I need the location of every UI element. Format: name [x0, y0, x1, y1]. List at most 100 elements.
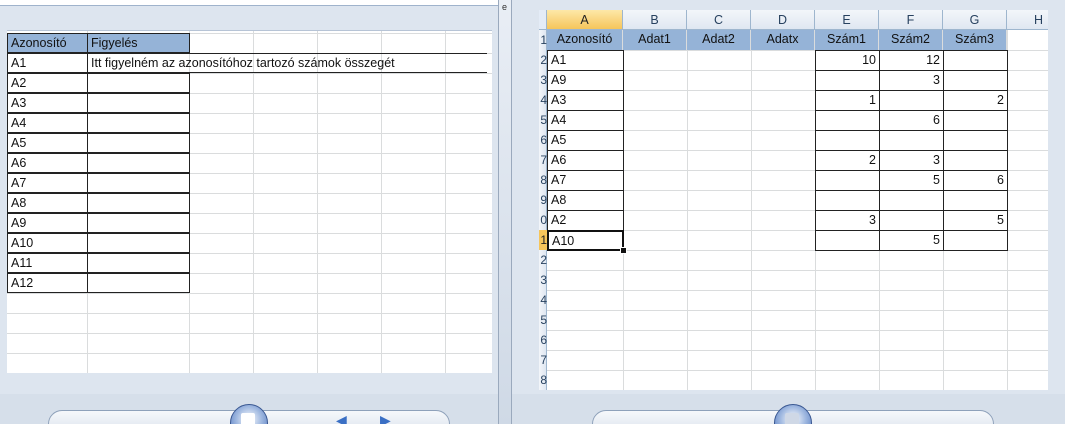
- header-cell[interactable]: Szám3: [943, 30, 1007, 50]
- number-cell[interactable]: [943, 110, 1008, 131]
- watch-cell[interactable]: [87, 193, 190, 213]
- id-cell[interactable]: A7: [7, 173, 88, 193]
- id-cell[interactable]: A7: [547, 170, 624, 191]
- id-cell[interactable]: A10: [547, 230, 624, 251]
- id-cell[interactable]: A12: [7, 273, 88, 293]
- row-header[interactable]: 2: [539, 250, 547, 270]
- row-header[interactable]: 5: [539, 110, 547, 130]
- id-cell[interactable]: A9: [7, 213, 88, 233]
- left-sheet-grid[interactable]: Azonosító Figyelés A1 Itt figyelném az azon…: [7, 30, 492, 373]
- row-header[interactable]: 3: [539, 270, 547, 290]
- row-header[interactable]: 3: [539, 70, 547, 90]
- right-sheet-grid[interactable]: A B C D E F G H 1 2 3 4 5 6 7 8 9 0 1 2 3 4 5 6 7 8 Azonosító Adat1…: [539, 10, 1048, 390]
- left-back-arrow-icon[interactable]: ◀: [336, 412, 347, 424]
- number-cell[interactable]: 3: [879, 150, 944, 171]
- column-header[interactable]: A: [547, 10, 623, 30]
- header-cell[interactable]: Adat1: [623, 30, 687, 50]
- number-cell[interactable]: 5: [879, 170, 944, 191]
- header-cell[interactable]: Szám1: [815, 30, 879, 50]
- header-cell[interactable]: Azonosító: [547, 30, 623, 50]
- column-header[interactable]: E: [815, 10, 879, 30]
- header-cell[interactable]: Figyelés: [87, 33, 190, 53]
- id-cell[interactable]: A3: [547, 90, 624, 111]
- column-header[interactable]: G: [943, 10, 1007, 30]
- id-cell[interactable]: A1: [7, 53, 88, 73]
- row-header[interactable]: 4: [539, 90, 547, 110]
- row-header[interactable]: 6: [539, 130, 547, 150]
- number-cell[interactable]: 1: [815, 90, 880, 111]
- row-header[interactable]: 6: [539, 330, 547, 350]
- row-header[interactable]: 2: [539, 50, 547, 70]
- left-forward-arrow-icon[interactable]: ▶: [380, 412, 391, 424]
- number-cell[interactable]: [943, 70, 1008, 91]
- number-cell[interactable]: [815, 190, 880, 211]
- header-cell[interactable]: Adatx: [751, 30, 815, 50]
- id-cell[interactable]: A6: [7, 153, 88, 173]
- number-cell[interactable]: 5: [943, 210, 1008, 231]
- row-header[interactable]: 9: [539, 190, 547, 210]
- number-cell[interactable]: [815, 130, 880, 151]
- row-header[interactable]: 7: [539, 350, 547, 370]
- header-cell[interactable]: Szám2: [879, 30, 943, 50]
- id-cell[interactable]: A6: [547, 150, 624, 171]
- formula-bar-edge[interactable]: [0, 0, 498, 6]
- number-cell[interactable]: [879, 130, 944, 151]
- number-cell[interactable]: [943, 190, 1008, 211]
- id-cell[interactable]: A8: [547, 190, 624, 211]
- column-header[interactable]: F: [879, 10, 943, 30]
- column-header[interactable]: C: [687, 10, 751, 30]
- header-cell[interactable]: Azonosító: [7, 33, 88, 53]
- watch-cell[interactable]: [87, 93, 190, 113]
- column-header[interactable]: D: [751, 10, 815, 30]
- id-cell[interactable]: A9: [547, 70, 624, 91]
- row-header[interactable]: 4: [539, 290, 547, 310]
- watch-cell[interactable]: [87, 133, 190, 153]
- number-cell[interactable]: [943, 50, 1008, 71]
- id-cell[interactable]: A11: [7, 253, 88, 273]
- id-cell[interactable]: A2: [547, 210, 624, 231]
- row-header[interactable]: 1: [539, 30, 547, 50]
- row-header[interactable]: 8: [539, 170, 547, 190]
- number-cell[interactable]: [943, 230, 1008, 251]
- number-cell[interactable]: [879, 210, 944, 231]
- row-header[interactable]: 8: [539, 370, 547, 390]
- watch-cell[interactable]: [87, 273, 190, 293]
- id-cell[interactable]: A5: [547, 130, 624, 151]
- watch-cell[interactable]: [87, 173, 190, 193]
- row-header[interactable]: 7: [539, 150, 547, 170]
- number-cell[interactable]: 6: [943, 170, 1008, 191]
- number-cell[interactable]: 5: [879, 230, 944, 251]
- number-cell[interactable]: 3: [815, 210, 880, 231]
- id-cell[interactable]: A2: [7, 73, 88, 93]
- number-cell[interactable]: [815, 70, 880, 91]
- id-cell[interactable]: A4: [547, 110, 624, 131]
- number-cell[interactable]: [943, 130, 1008, 151]
- watch-cell[interactable]: [87, 73, 190, 93]
- number-cell[interactable]: [815, 230, 880, 251]
- number-cell[interactable]: 12: [879, 50, 944, 71]
- watch-cell[interactable]: [87, 153, 190, 173]
- watch-cell[interactable]: Itt figyelném az azonosítóhoz tartozó sz…: [87, 53, 487, 73]
- window-splitter[interactable]: e: [498, 0, 512, 424]
- number-cell[interactable]: [943, 150, 1008, 171]
- select-all-corner[interactable]: [539, 10, 547, 30]
- number-cell[interactable]: [879, 90, 944, 111]
- header-cell[interactable]: Adat2: [687, 30, 751, 50]
- fill-handle[interactable]: [620, 247, 627, 254]
- watch-cell[interactable]: [87, 233, 190, 253]
- id-cell[interactable]: A10: [7, 233, 88, 253]
- number-cell[interactable]: 10: [815, 50, 880, 71]
- id-cell[interactable]: A4: [7, 113, 88, 133]
- row-header[interactable]: 1: [539, 230, 547, 250]
- id-cell[interactable]: A8: [7, 193, 88, 213]
- number-cell[interactable]: 2: [815, 150, 880, 171]
- number-cell[interactable]: 6: [879, 110, 944, 131]
- id-cell[interactable]: A1: [547, 50, 624, 71]
- row-header[interactable]: 5: [539, 310, 547, 330]
- column-header[interactable]: B: [623, 10, 687, 30]
- watch-cell[interactable]: [87, 213, 190, 233]
- number-cell[interactable]: [815, 170, 880, 191]
- number-cell[interactable]: [815, 110, 880, 131]
- id-cell[interactable]: A3: [7, 93, 88, 113]
- number-cell[interactable]: 2: [943, 90, 1008, 111]
